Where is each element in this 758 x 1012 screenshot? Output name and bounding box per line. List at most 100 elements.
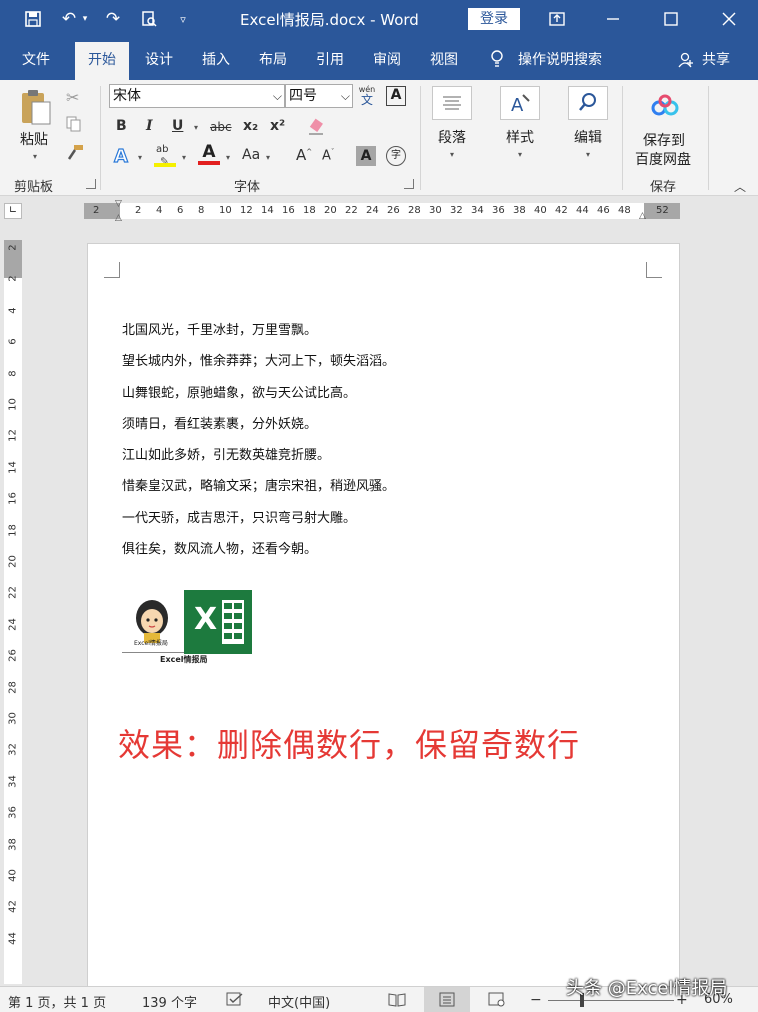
- share-button[interactable]: 共享: [696, 42, 736, 80]
- maximize-button[interactable]: [648, 0, 694, 38]
- redo-icon[interactable]: ↷: [102, 8, 124, 30]
- ribbon-display-options-icon[interactable]: [534, 0, 580, 38]
- editing-dropdown-icon[interactable]: ▾: [586, 150, 590, 159]
- horizontal-ruler[interactable]: 2 2 4 6 8 10 12 14 16 18 20 22 24 26 28 30 32 34 36 38 40 42 4…: [84, 199, 680, 223]
- page-count[interactable]: 第 1 页，共 1 页: [8, 992, 106, 1011]
- enclose-characters-icon[interactable]: 字: [386, 146, 406, 166]
- underline-button[interactable]: U: [172, 118, 183, 134]
- tab-file[interactable]: 文件: [12, 42, 60, 80]
- hanging-indent-icon[interactable]: △: [115, 213, 122, 223]
- tab-layout[interactable]: 布局: [250, 42, 296, 80]
- paste-label[interactable]: 粘贴: [20, 129, 48, 149]
- ruler-tick: 34: [7, 774, 19, 788]
- shrink-font-button[interactable]: Aˇ: [322, 148, 334, 163]
- ruler-tick: 2: [93, 205, 100, 216]
- paste-dropdown-icon[interactable]: ▾: [33, 152, 37, 161]
- close-button[interactable]: [706, 0, 752, 38]
- lightbulb-icon: [490, 50, 504, 72]
- clear-formatting-icon[interactable]: [306, 118, 326, 140]
- highlight-icon[interactable]: ab ✎: [154, 144, 176, 168]
- font-launcher-icon[interactable]: [404, 179, 414, 189]
- styles-button[interactable]: 样式: [506, 127, 534, 147]
- character-border-icon[interactable]: A: [386, 86, 406, 106]
- right-indent-icon[interactable]: △: [639, 211, 646, 221]
- change-case-button[interactable]: Aa: [242, 147, 260, 163]
- login-button[interactable]: 登录: [468, 8, 520, 30]
- tell-me-search[interactable]: 操作说明搜索: [518, 42, 618, 80]
- subscript-button[interactable]: x₂: [243, 118, 258, 134]
- highlight-dropdown-icon[interactable]: ▾: [182, 153, 186, 162]
- underline-dropdown-icon[interactable]: ▾: [194, 123, 198, 132]
- text-effects-dropdown-icon[interactable]: ▾: [138, 153, 142, 162]
- search-icon[interactable]: [568, 86, 608, 120]
- tab-review[interactable]: 审阅: [364, 42, 410, 80]
- proofing-icon[interactable]: [226, 992, 244, 1011]
- minimize-button[interactable]: [590, 0, 636, 38]
- zoom-out-button[interactable]: −: [530, 992, 542, 1008]
- paragraph-button[interactable]: 段落: [438, 127, 466, 147]
- collapse-ribbon-icon[interactable]: ︿: [734, 178, 746, 195]
- undo-dropdown-icon[interactable]: ▾: [80, 8, 90, 30]
- clipboard-launcher-icon[interactable]: [86, 179, 96, 189]
- baidu-netdisk-icon[interactable]: [650, 94, 680, 122]
- excel-logo[interactable]: X: [184, 590, 252, 654]
- poem-line[interactable]: 须晴日，看红装素裹，分外妖娆。: [122, 413, 317, 432]
- editing-button[interactable]: 编辑: [574, 127, 602, 147]
- bold-button[interactable]: B: [116, 118, 127, 134]
- character-shading-icon[interactable]: A: [356, 146, 376, 166]
- paragraph-dropdown-icon[interactable]: ▾: [450, 150, 454, 159]
- font-color-dropdown-icon[interactable]: ▾: [226, 153, 230, 162]
- poem-line[interactable]: 江山如此多娇，引无数英雄竞折腰。: [122, 444, 330, 463]
- poem-line[interactable]: 一代天骄，成吉思汗，只识弯弓射大雕。: [122, 507, 356, 526]
- poem-line[interactable]: 山舞银蛇，原驰蜡象，欲与天公试比高。: [122, 382, 356, 401]
- copy-icon[interactable]: [66, 116, 82, 136]
- chevron-down-icon[interactable]: ⌵: [273, 85, 282, 107]
- paste-icon[interactable]: [20, 88, 52, 130]
- styles-icon[interactable]: A: [500, 86, 540, 120]
- result-caption[interactable]: 效果：删除偶数行，保留奇数行: [118, 720, 580, 766]
- cut-icon[interactable]: ✂: [66, 88, 79, 107]
- save-to-baidu-line2[interactable]: 百度网盘: [635, 149, 691, 169]
- strikethrough-button[interactable]: abc: [210, 120, 232, 134]
- save-icon[interactable]: [22, 8, 44, 30]
- tab-references[interactable]: 引用: [307, 42, 353, 80]
- font-color-icon[interactable]: A: [198, 142, 220, 166]
- italic-button[interactable]: I: [146, 118, 153, 134]
- poem-line[interactable]: 望长城内外，惟余莽莽；大河上下，顿失滔滔。: [122, 350, 395, 369]
- tab-home[interactable]: 开始: [75, 42, 129, 80]
- styles-dropdown-icon[interactable]: ▾: [518, 150, 522, 159]
- font-name-combo[interactable]: 宋体 ⌵: [109, 84, 285, 108]
- print-layout-icon[interactable]: [424, 987, 470, 1012]
- poem-line[interactable]: 北国风光，千里冰封，万里雪飘。: [122, 319, 317, 338]
- ruler-tick: 26: [387, 205, 400, 216]
- first-line-indent-icon[interactable]: ▽: [115, 199, 122, 209]
- ruler-tick: 8: [198, 205, 205, 216]
- format-painter-icon[interactable]: [66, 144, 84, 166]
- print-preview-icon[interactable]: [138, 8, 160, 30]
- chevron-down-icon[interactable]: ⌵: [341, 85, 350, 107]
- tab-insert[interactable]: 插入: [193, 42, 239, 80]
- phonetic-guide-icon[interactable]: wén 文: [358, 85, 376, 106]
- poem-line[interactable]: 惜秦皇汉武，略输文采；唐宗宋祖，稍逊风骚。: [122, 475, 395, 494]
- zoom-slider[interactable]: [548, 1000, 674, 1001]
- customize-toolbar-icon[interactable]: ▿: [172, 8, 194, 30]
- vertical-ruler[interactable]: 2 2 4 6 8 10 12 14 16 18 20 22 24 26 28 30 32 34 36 38 40 42 4…: [4, 240, 22, 984]
- word-count[interactable]: 139 个字: [142, 992, 197, 1011]
- ruler-tick: 4: [156, 205, 163, 216]
- superscript-button[interactable]: x²: [270, 118, 285, 134]
- language-indicator[interactable]: 中文(中国): [268, 992, 330, 1011]
- paragraph-icon[interactable]: [432, 86, 472, 120]
- save-to-baidu-line1[interactable]: 保存到: [643, 130, 685, 150]
- grow-font-button[interactable]: A^: [296, 146, 312, 164]
- document-page[interactable]: 北国风光，千里冰封，万里雪飘。 望长城内外，惟余莽莽；大河上下，顿失滔滔。 山舞…: [87, 243, 680, 993]
- text-effects-icon[interactable]: A: [113, 145, 128, 167]
- change-case-dropdown-icon[interactable]: ▾: [266, 153, 270, 162]
- font-size-combo[interactable]: 四号 ⌵: [285, 84, 353, 108]
- tab-design[interactable]: 设计: [136, 42, 182, 80]
- tab-view[interactable]: 视图: [421, 42, 467, 80]
- read-mode-icon[interactable]: [388, 992, 406, 1011]
- poem-line[interactable]: 俱往矣，数风流人物，还看今朝。: [122, 538, 317, 557]
- web-layout-icon[interactable]: [488, 992, 506, 1011]
- tab-selector-icon[interactable]: ∟: [4, 203, 22, 219]
- undo-icon[interactable]: ↶: [58, 8, 80, 30]
